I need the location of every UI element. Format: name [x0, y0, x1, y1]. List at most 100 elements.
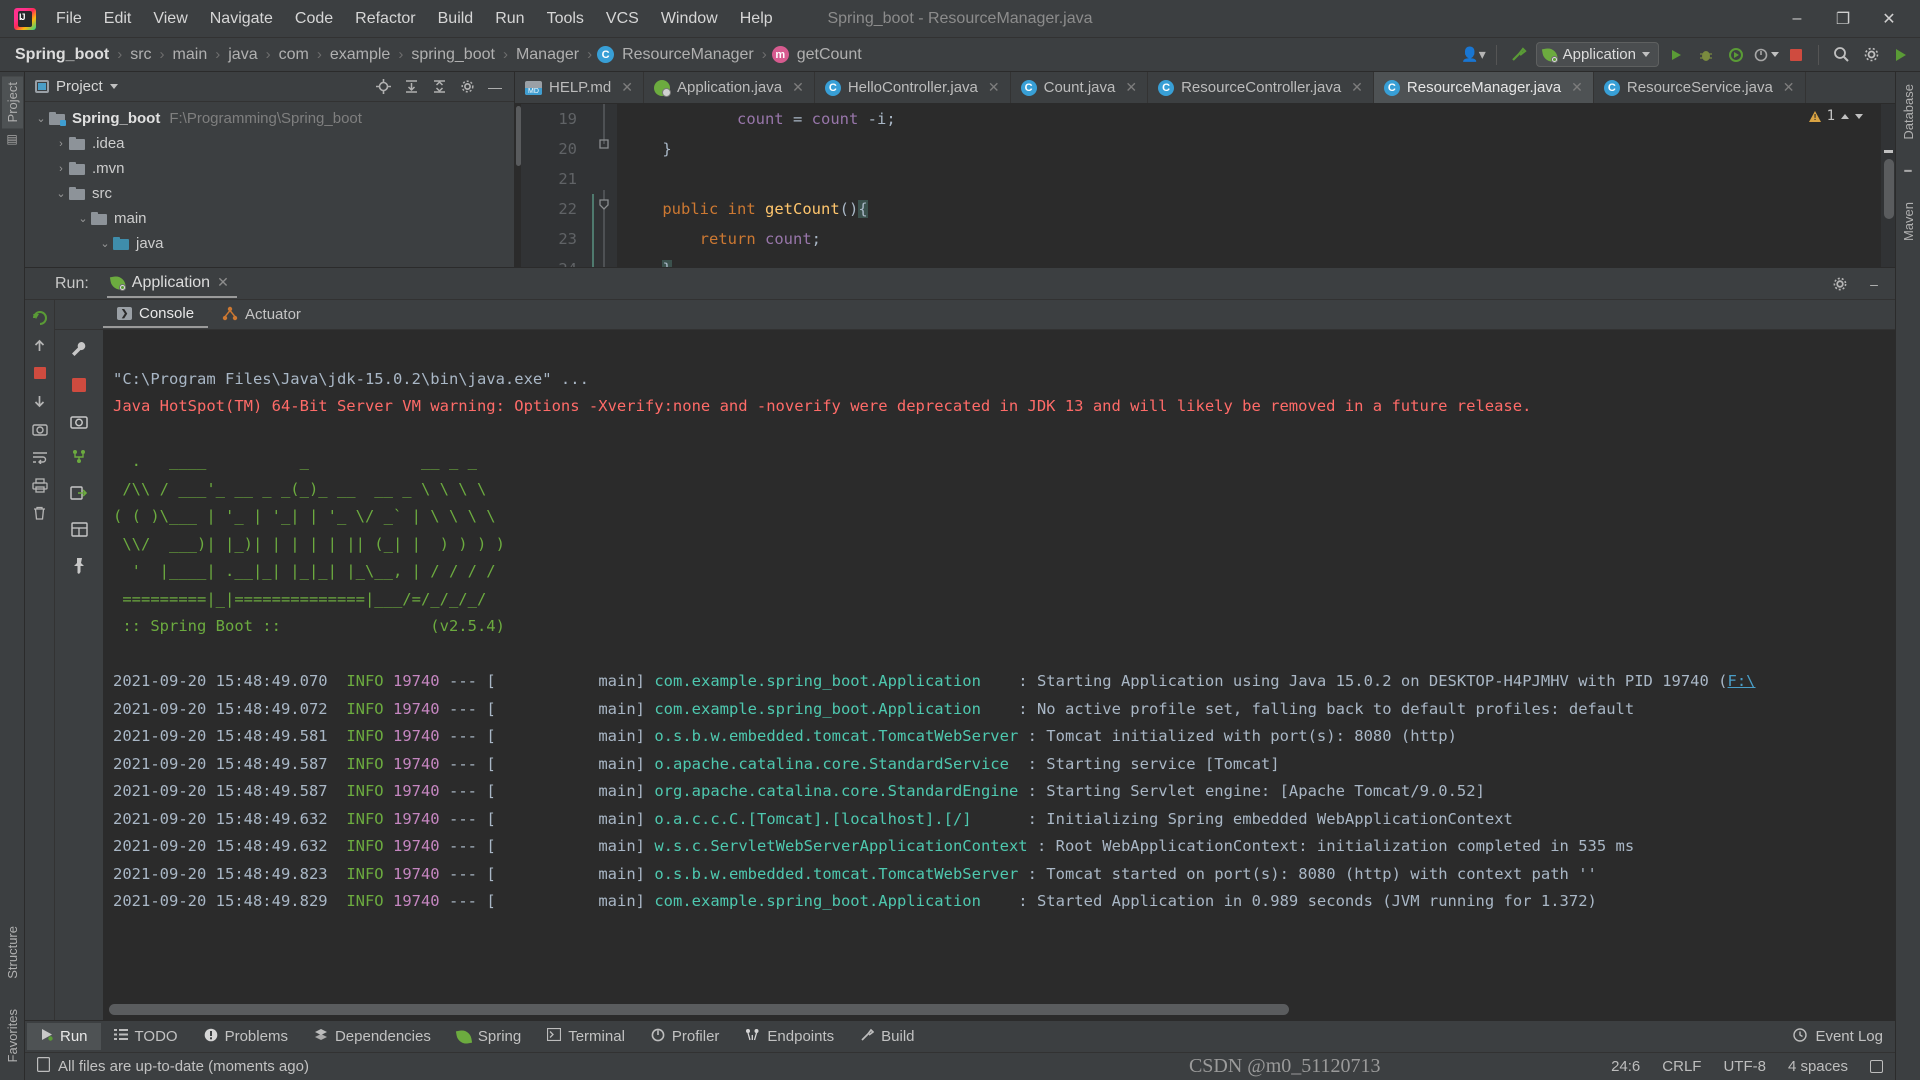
sidebar-item-project[interactable]: Project — [1, 76, 23, 129]
breadcrumb-item-method[interactable]: getCount — [794, 44, 865, 66]
close-icon[interactable]: ✕ — [217, 274, 229, 291]
breadcrumb-item-manager[interactable]: Manager — [513, 44, 582, 66]
stop-red-icon[interactable] — [28, 360, 52, 386]
print-icon[interactable] — [28, 472, 52, 498]
stop-icon[interactable] — [1783, 42, 1809, 68]
wrench-icon[interactable] — [66, 336, 92, 362]
breadcrumb-item-main[interactable]: main — [170, 44, 211, 66]
tree-node-idea[interactable]: › .idea — [25, 131, 514, 156]
bottom-tab-terminal[interactable]: Terminal — [534, 1023, 638, 1050]
tab-resourcemanager-java[interactable]: C ResourceManager.java ✕ — [1373, 72, 1594, 103]
bottom-tab-endpoints[interactable]: Endpoints — [732, 1023, 847, 1050]
event-log-widget[interactable]: Event Log — [1793, 1027, 1895, 1046]
bottom-tab-profiler[interactable]: Profiler — [638, 1023, 733, 1051]
pin-icon[interactable] — [66, 552, 92, 578]
project-tree[interactable]: ⌄ Spring_boot F:\Programming\Spring_boot… — [25, 102, 514, 267]
chevron-down-icon[interactable] — [1855, 113, 1863, 119]
breadcrumb-item-com[interactable]: com — [276, 44, 312, 66]
bottom-tab-run[interactable]: Run — [27, 1023, 101, 1050]
tree-node-mvn[interactable]: › .mvn — [25, 156, 514, 181]
close-icon[interactable]: ✕ — [988, 79, 1000, 96]
window-controls[interactable]: – ❐ ✕ — [1774, 0, 1912, 38]
menu-window[interactable]: Window — [651, 7, 728, 31]
project-pane-title[interactable]: Project — [35, 78, 118, 95]
bottom-tab-spring[interactable]: Spring — [444, 1023, 534, 1050]
chevron-down-icon[interactable]: ⌄ — [75, 212, 91, 225]
menu-run[interactable]: Run — [485, 7, 534, 31]
layout-icon[interactable] — [66, 516, 92, 542]
select-opened-file-icon[interactable] — [370, 74, 396, 100]
minimize-button[interactable]: – — [1774, 0, 1820, 38]
chevron-down-icon[interactable] — [1642, 52, 1650, 57]
project-pane-actions[interactable]: — — [370, 74, 508, 100]
trash-icon[interactable] — [28, 500, 52, 526]
scroll-up-icon[interactable] — [28, 332, 52, 358]
tree-node-java[interactable]: ⌄ java — [25, 231, 514, 256]
tab-resourceservice-java[interactable]: C ResourceService.java ✕ — [1594, 72, 1806, 103]
editor-scrollbar-thumb[interactable] — [1884, 159, 1894, 219]
chevron-down-icon[interactable]: ⌄ — [33, 112, 49, 125]
code-folding-column[interactable] — [591, 104, 617, 267]
stop-red-icon[interactable] — [66, 372, 92, 398]
camera-icon[interactable] — [66, 408, 92, 434]
sidebar-item-structure[interactable]: Structure — [2, 920, 23, 985]
tab-resourcecontroller-java[interactable]: C ResourceController.java ✕ — [1148, 72, 1374, 103]
user-dropdown-icon[interactable]: 👤▾ — [1461, 42, 1487, 68]
chevron-down-icon[interactable]: ⌄ — [53, 187, 69, 200]
breadcrumb[interactable]: Spring_boot › src › main › java › com › … — [12, 44, 865, 66]
chevron-down-icon[interactable] — [109, 84, 118, 89]
chevron-right-icon[interactable]: › — [53, 163, 69, 175]
main-menu[interactable]: File Edit View Navigate Code Refactor Bu… — [46, 7, 783, 31]
database-icon[interactable]: ━ — [1904, 160, 1911, 182]
tab-application-java[interactable]: Application.java ✕ — [644, 72, 815, 103]
tree-node-main[interactable]: ⌄ main — [25, 206, 514, 231]
editor-tabs[interactable]: HELP.md ✕ Application.java ✕ C HelloCont… — [515, 72, 1895, 104]
close-icon[interactable]: ✕ — [1783, 79, 1795, 96]
breadcrumb-item-spring-boot[interactable]: spring_boot — [408, 44, 498, 66]
menu-refactor[interactable]: Refactor — [345, 7, 425, 31]
hammer-icon[interactable] — [1506, 42, 1532, 68]
tab-console[interactable]: ❯ Console — [103, 301, 209, 328]
run-config-tab[interactable]: Application ✕ — [106, 270, 237, 298]
status-right[interactable]: 24:6 CRLF UTF-8 4 spaces — [1611, 1058, 1883, 1075]
expand-all-icon[interactable] — [398, 74, 424, 100]
close-icon[interactable]: ✕ — [621, 79, 633, 96]
tab-count-java[interactable]: C Count.java ✕ — [1011, 72, 1149, 103]
indent-setting[interactable]: 4 spaces — [1788, 1058, 1848, 1075]
chevron-down-icon[interactable]: ⌄ — [97, 237, 113, 250]
editor-markers[interactable] — [1881, 104, 1895, 267]
camera-icon[interactable] — [28, 416, 52, 442]
console-output[interactable]: "C:\Program Files\Java\jdk-15.0.2\bin\ja… — [103, 330, 1895, 1020]
menu-help[interactable]: Help — [730, 7, 783, 31]
profile-icon[interactable] — [1753, 42, 1779, 68]
database-side-icon[interactable]: ▤ — [6, 128, 17, 150]
rerun-icon[interactable] — [28, 304, 52, 330]
run-subtabs[interactable]: ❯ Console Actuator — [55, 300, 1895, 330]
bottom-tab-dependencies[interactable]: Dependencies — [301, 1023, 444, 1051]
bottom-tool-tabs[interactable]: Run TODO Problems Dependencies Spring Te… — [25, 1020, 1895, 1052]
bottom-tab-todo[interactable]: TODO — [101, 1023, 191, 1050]
run-window-header-actions[interactable]: – — [1827, 271, 1887, 297]
file-encoding[interactable]: UTF-8 — [1723, 1058, 1766, 1075]
chevron-up-icon[interactable] — [1841, 113, 1849, 119]
lock-icon[interactable] — [1870, 1060, 1883, 1073]
close-icon[interactable]: ✕ — [792, 79, 804, 96]
editor-left-scrollbar[interactable] — [515, 104, 521, 267]
close-icon[interactable]: ✕ — [1125, 79, 1137, 96]
run-icon[interactable] — [1663, 42, 1689, 68]
export-icon[interactable] — [66, 480, 92, 506]
breadcrumb-item-src[interactable]: src — [127, 44, 154, 66]
nav-toolbar[interactable]: 👤▾ Application — [1461, 42, 1914, 68]
thread-dump-icon[interactable] — [66, 444, 92, 470]
settings-gear-icon[interactable] — [1827, 271, 1853, 297]
scroll-down-icon[interactable] — [28, 388, 52, 414]
tab-help-md[interactable]: HELP.md ✕ — [515, 72, 644, 103]
maximize-button[interactable]: ❐ — [1820, 0, 1866, 38]
search-icon[interactable] — [1828, 42, 1854, 68]
breadcrumb-item-project[interactable]: Spring_boot — [12, 44, 112, 66]
run-with-coverage-icon[interactable] — [1723, 42, 1749, 68]
line-separator[interactable]: CRLF — [1662, 1058, 1701, 1075]
bottom-tab-build[interactable]: Build — [847, 1023, 927, 1051]
tab-actuator[interactable]: Actuator — [208, 302, 315, 328]
close-button[interactable]: ✕ — [1866, 0, 1912, 38]
